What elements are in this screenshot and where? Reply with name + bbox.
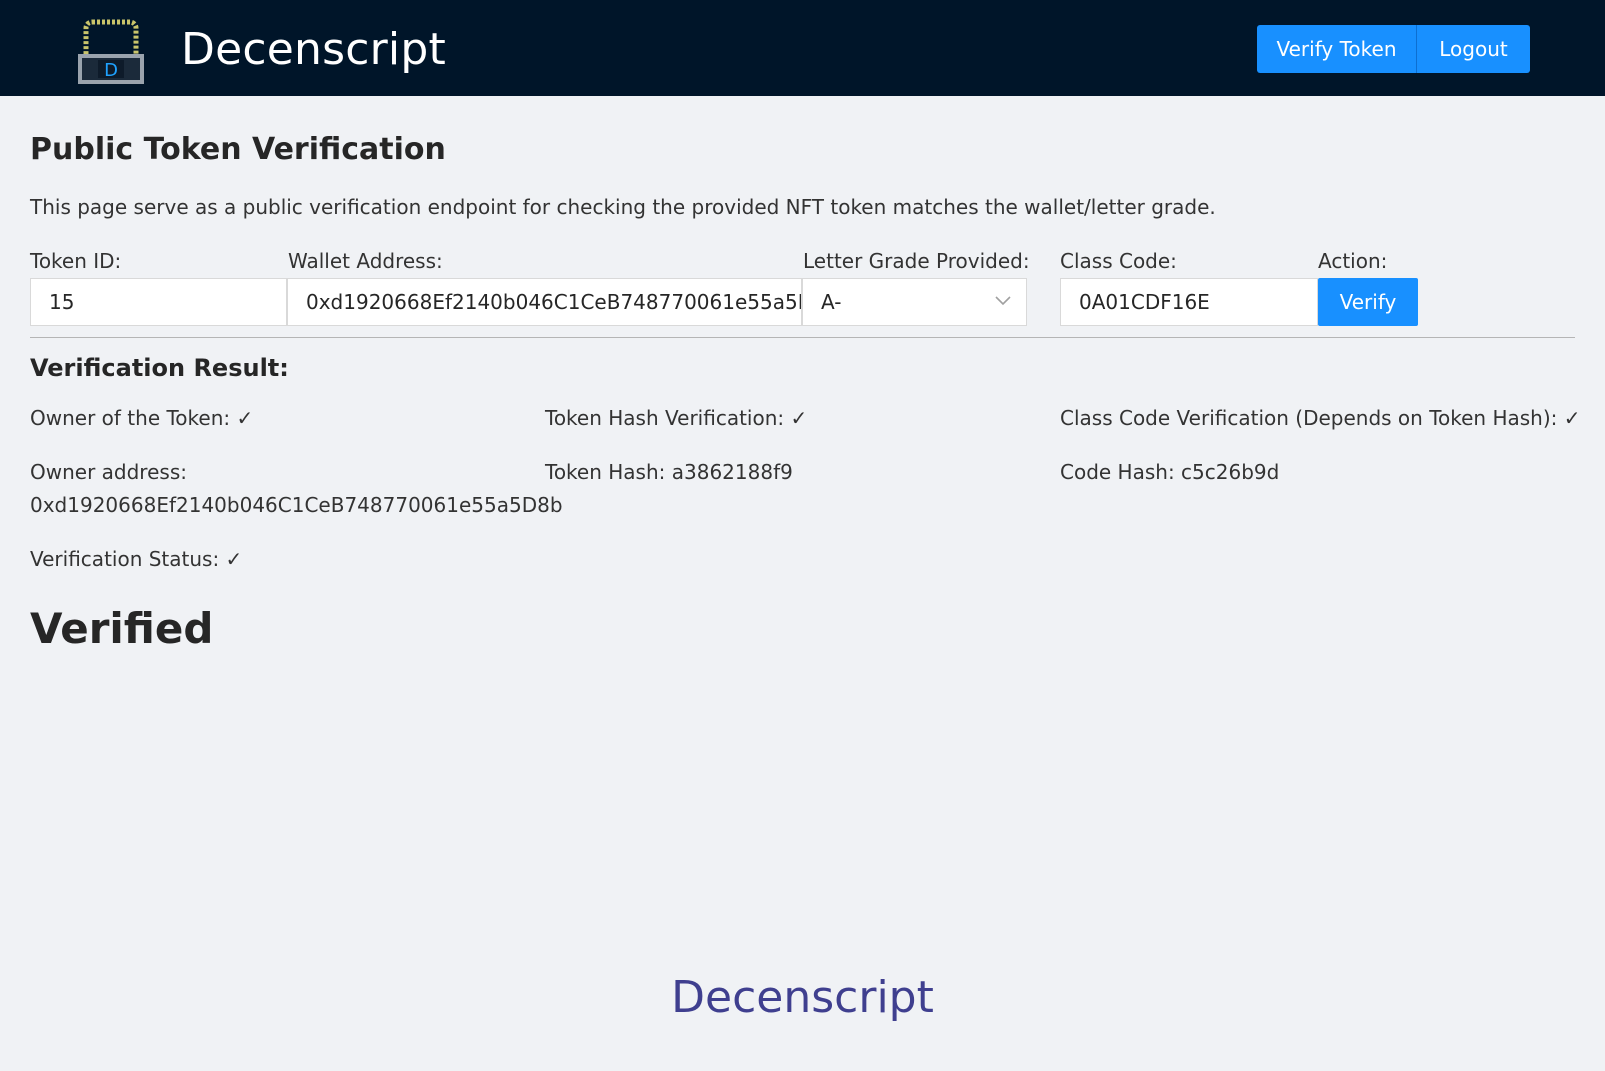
logo-icon: D — [78, 19, 144, 84]
token-id-input[interactable]: 15 — [30, 278, 287, 326]
footer-brand: Decenscript — [671, 972, 934, 1023]
class-code-verification-status: Class Code Verification (Depends on Toke… — [1060, 406, 1581, 430]
token-hash-verification-status: Token Hash Verification: ✓ — [545, 406, 808, 430]
letter-grade-label: Letter Grade Provided: — [803, 249, 1030, 273]
owner-of-token-status: Owner of the Token: ✓ — [30, 406, 254, 430]
letter-grade-select[interactable]: A- — [802, 278, 1027, 326]
class-code-input[interactable]: 0A01CDF16E — [1060, 278, 1318, 326]
wallet-address-input[interactable]: 0xd1920668Ef2140b046C1CeB748770061e55a5D… — [287, 278, 802, 326]
brand-title[interactable]: Decenscript — [181, 24, 446, 75]
token-id-label: Token ID: — [30, 249, 122, 273]
chevron-down-icon — [995, 296, 1011, 306]
verification-status: Verification Status: ✓ — [30, 547, 243, 571]
letter-grade-value: A- — [821, 290, 842, 314]
page-description: This page serve as a public verification… — [30, 195, 1216, 219]
token-hash-value: Token Hash: a3862188f9 — [545, 460, 793, 484]
owner-address-label: Owner address: — [30, 460, 187, 484]
top-header: D Decenscript Verify Token Logout — [0, 0, 1605, 96]
page-title: Public Token Verification — [30, 132, 446, 167]
verify-token-button[interactable]: Verify Token — [1257, 25, 1416, 73]
owner-address-value: 0xd1920668Ef2140b046C1CeB748770061e55a5D… — [30, 493, 563, 517]
verified-heading: Verified — [30, 604, 214, 653]
verify-button[interactable]: Verify — [1318, 278, 1418, 326]
logout-button[interactable]: Logout — [1416, 25, 1530, 73]
verification-result-title: Verification Result: — [30, 354, 289, 382]
code-hash-value: Code Hash: c5c26b9d — [1060, 460, 1280, 484]
logo-letter: D — [104, 60, 118, 81]
divider — [30, 337, 1575, 338]
class-code-label: Class Code: — [1060, 249, 1177, 273]
wallet-address-label: Wallet Address: — [288, 249, 443, 273]
action-label: Action: — [1318, 249, 1388, 273]
top-nav: Verify Token Logout — [1257, 25, 1530, 73]
